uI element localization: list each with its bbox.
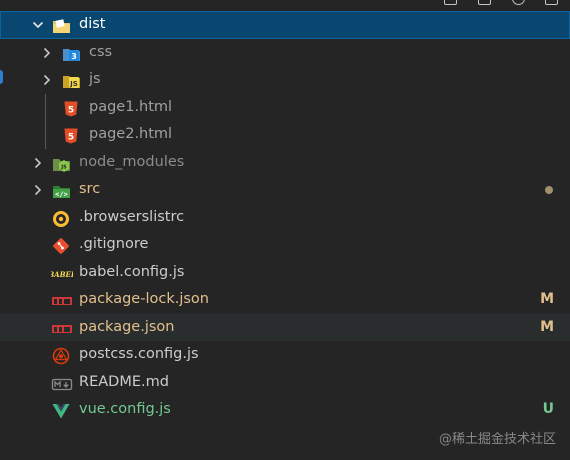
- git-status-badge: U: [542, 401, 554, 417]
- tree-row-node-modules[interactable]: JS node_modules: [0, 149, 570, 177]
- explorer-header: [0, 0, 570, 11]
- svg-text:</>: </>: [55, 191, 68, 199]
- npm-icon: [51, 320, 73, 336]
- tree-item-label: package-lock.json: [79, 291, 209, 307]
- chevron-right-icon[interactable]: [30, 149, 46, 177]
- svg-text:BABEL: BABEL: [51, 270, 73, 279]
- css-folder-icon: 3: [62, 45, 80, 61]
- tree-row-css[interactable]: 3 css: [0, 39, 570, 67]
- chevron-right-icon[interactable]: [39, 66, 55, 94]
- tree-item-label: vue.config.js: [79, 401, 171, 417]
- svg-text:JS: JS: [60, 164, 67, 170]
- tree-item-label: node_modules: [79, 153, 185, 170]
- babel-icon: BABEL: [47, 265, 76, 281]
- indent-guide: [45, 121, 46, 149]
- tree-row-package-lock-json[interactable]: package-lock.json M: [0, 286, 570, 314]
- js-folder-icon: JS: [62, 72, 80, 88]
- tree-item-label: .browserslistrc: [79, 208, 185, 225]
- tree-item-label: page1.html: [89, 98, 173, 115]
- collapse-all-icon[interactable]: [545, 0, 558, 5]
- tree-row-vue-config[interactable]: vue.config.js U: [0, 396, 570, 424]
- svg-text:5: 5: [68, 105, 74, 115]
- markdown-icon: [51, 375, 73, 391]
- html-file-icon: 5: [63, 127, 81, 144]
- git-status-badge: M: [540, 291, 554, 307]
- tree-item-label: package.json: [79, 318, 175, 335]
- file-explorer: dist 3 css JS js 5 page1.html 5 page2.ht…: [0, 0, 570, 460]
- folder-dist-icon: [52, 17, 70, 33]
- chevron-right-icon[interactable]: [39, 39, 55, 67]
- file-tree: dist 3 css JS js 5 page1.html 5 page2.ht…: [0, 11, 570, 424]
- tree-item-label: dist: [79, 16, 106, 32]
- tree-item-label: page2.html: [89, 126, 173, 142]
- new-file-icon[interactable]: [444, 0, 457, 5]
- svg-text:JS: JS: [69, 80, 78, 88]
- svg-text:5: 5: [68, 133, 74, 143]
- modified-dot-icon: [545, 186, 553, 194]
- tree-item-label: postcss.config.js: [79, 346, 199, 362]
- vue-icon: [52, 402, 70, 419]
- tree-row-package-json[interactable]: package.json M: [0, 313, 570, 341]
- tree-item-label: js: [89, 71, 101, 87]
- browserslist-icon: [52, 210, 70, 227]
- tree-row-page1-html[interactable]: 5 page1.html: [0, 93, 570, 121]
- node-folder-icon: JS: [52, 155, 70, 172]
- svg-text:3: 3: [71, 52, 77, 61]
- tree-item-label: css: [89, 43, 113, 60]
- tree-row-page2-html[interactable]: 5 page2.html: [0, 121, 570, 149]
- refresh-icon[interactable]: [512, 0, 525, 5]
- npm-icon: [51, 292, 73, 308]
- tree-row-dist[interactable]: dist: [0, 11, 570, 39]
- html-file-icon: 5: [63, 100, 81, 116]
- tree-item-label: .gitignore: [79, 236, 149, 252]
- tree-row-readme[interactable]: README.md: [0, 369, 570, 397]
- new-folder-icon[interactable]: [478, 0, 491, 5]
- watermark: @稀土掘金技术社区: [438, 432, 556, 447]
- indent-guide: [45, 93, 46, 121]
- tree-row-js[interactable]: JS js: [0, 66, 570, 94]
- git-status-badge: M: [540, 318, 554, 335]
- postcss-icon: [52, 347, 70, 365]
- src-folder-icon: </>: [52, 182, 70, 199]
- tree-row-gitignore[interactable]: .gitignore: [0, 231, 570, 259]
- git-icon: [52, 237, 70, 254]
- tree-item-label: src: [79, 181, 101, 197]
- tree-item-label: babel.config.js: [79, 263, 185, 280]
- tree-item-label: README.md: [79, 373, 169, 390]
- tree-row-src[interactable]: </> src: [0, 176, 570, 204]
- chevron-down-icon[interactable]: [30, 11, 46, 39]
- tree-row-postcss-config[interactable]: postcss.config.js: [0, 341, 570, 369]
- tree-row-browserslistrc[interactable]: .browserslistrc: [0, 204, 570, 232]
- chevron-right-icon[interactable]: [30, 176, 46, 204]
- tree-row-babel-config[interactable]: BABEL babel.config.js: [0, 259, 570, 287]
